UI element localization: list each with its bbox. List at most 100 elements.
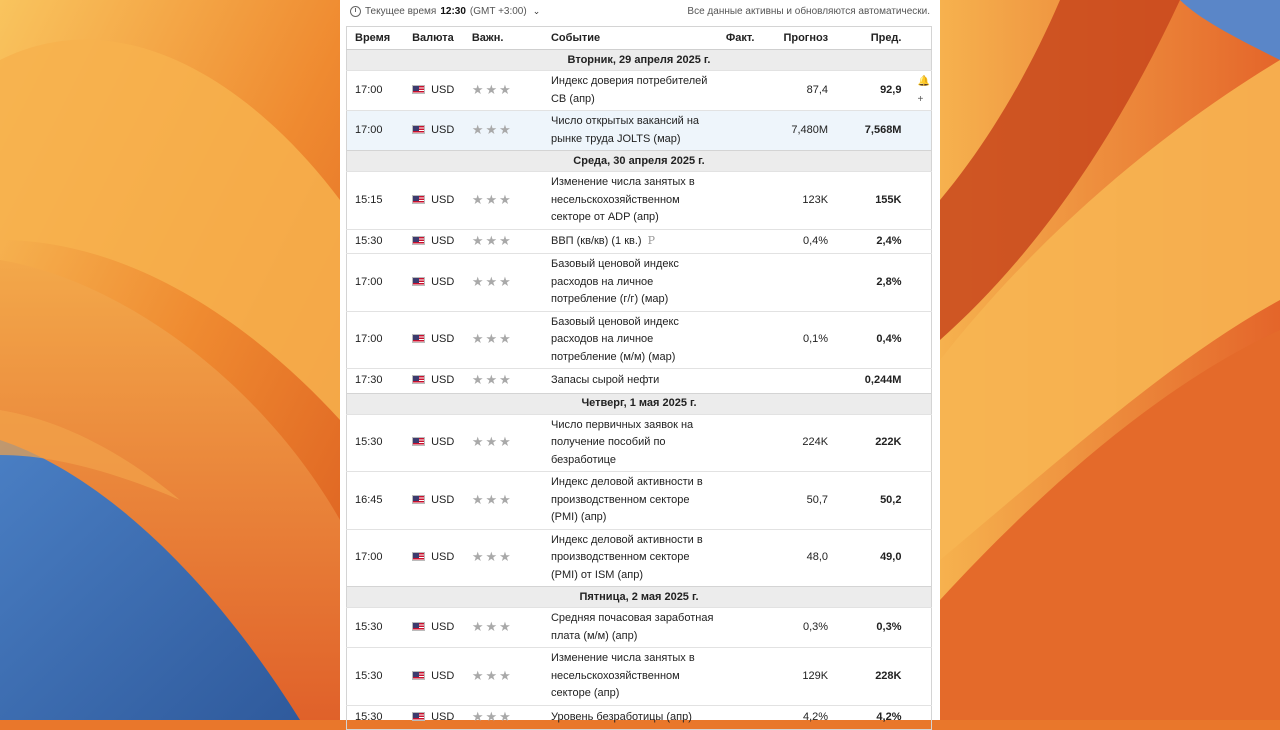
economic-calendar-panel: Текущее время 12:30 (GMT +3:00) ⌄ Все да… <box>340 0 940 730</box>
event-name[interactable]: Базовый ценовой индекс расходов на лично… <box>551 316 679 363</box>
event-row[interactable]: 17:00 USD ★★★ Индекс деловой активности в п… <box>346 528 932 587</box>
us-flag-icon <box>412 552 426 561</box>
event-name[interactable]: Уровень безработицы (апр) <box>551 711 692 723</box>
event-importance: ★★★ <box>463 110 543 151</box>
event-actual <box>717 70 763 111</box>
add-alert-bell-icon[interactable]: 🔔+ <box>917 73 931 108</box>
event-row[interactable]: 17:30 USD ★★★ Запасы сырой нефти 0,244M <box>346 368 932 393</box>
currency-code: USD <box>431 620 455 633</box>
event-time: 17:30 <box>346 368 405 393</box>
column-importance[interactable]: Важн. <box>463 26 543 50</box>
event-name[interactable]: Индекс деловой активности в производстве… <box>551 534 703 581</box>
event-name-cell[interactable]: Базовый ценовой индекс расходов на лично… <box>542 253 718 311</box>
event-importance: ★★★ <box>463 70 543 111</box>
event-forecast: 123K <box>762 171 837 229</box>
event-importance: ★★★ <box>463 171 543 229</box>
current-time-label: Текущее время <box>365 6 437 17</box>
event-row[interactable]: 15:30 USD ★★★ Уровень безработицы (апр) 4,2%… <box>346 704 932 730</box>
event-name[interactable]: Изменение числа занятых в несельскохозяй… <box>551 652 695 699</box>
day-header-row: Четверг, 1 мая 2025 г. <box>346 392 932 414</box>
event-name-cell[interactable]: Уровень безработицы (апр) <box>542 704 718 730</box>
event-name-cell[interactable]: Запасы сырой нефти <box>542 368 718 393</box>
day-header-label: Вторник, 29 апреля 2025 г. <box>346 49 932 71</box>
event-row[interactable]: 15:15 USD ★★★ Изменение числа занятых в нес… <box>346 171 932 229</box>
event-name-cell[interactable]: Индекс деловой активности в производстве… <box>542 471 718 529</box>
event-time: 17:00 <box>346 528 405 587</box>
event-name[interactable]: Средняя почасовая заработная плата (м/м)… <box>551 612 713 642</box>
event-currency: USD <box>404 368 464 393</box>
currency-code: USD <box>431 275 455 288</box>
event-actual <box>717 368 763 393</box>
event-name-cell[interactable]: ВВП (кв/кв) (1 кв.) P <box>542 228 718 254</box>
event-previous: 50,2 <box>836 471 910 529</box>
event-row[interactable]: 17:00 USD ★★★ Базовый ценовой индекс расход… <box>346 253 932 311</box>
event-name-cell[interactable]: Индекс доверия потребителей CB (апр) <box>542 70 718 111</box>
event-row[interactable]: 15:30 USD ★★★ ВВП (кв/кв) (1 кв.) P 0,4% 2,4% <box>346 228 932 254</box>
event-name[interactable]: Индекс доверия потребителей CB (апр) <box>551 75 707 105</box>
event-importance: ★★★ <box>463 607 543 648</box>
importance-stars-icon: ★★★ <box>471 708 513 724</box>
column-event[interactable]: Событие <box>542 26 718 50</box>
event-currency: USD <box>404 413 464 472</box>
event-row[interactable]: 17:00 USD ★★★ Число открытых вакансий на ры… <box>346 110 932 151</box>
event-name[interactable]: ВВП (кв/кв) (1 кв.) <box>551 235 642 247</box>
event-name[interactable]: Изменение числа занятых в несельскохозяй… <box>551 176 695 223</box>
event-name[interactable]: Число открытых вакансий на рынке труда J… <box>551 115 699 145</box>
column-previous[interactable]: Пред. <box>836 26 910 50</box>
event-row[interactable]: 15:30 USD ★★★ Число первичных заявок на пол… <box>346 413 932 472</box>
chevron-down-icon[interactable]: ⌄ <box>533 6 541 17</box>
day-header-row: Вторник, 29 апреля 2025 г. <box>346 49 932 71</box>
event-currency: USD <box>404 471 464 529</box>
currency-code: USD <box>431 493 455 506</box>
event-name[interactable]: Базовый ценовой индекс расходов на лично… <box>551 258 679 305</box>
event-row[interactable]: 15:30 USD ★★★ Средняя почасовая заработная … <box>346 607 932 648</box>
event-alert-cell <box>909 607 932 648</box>
event-alert-cell <box>909 310 932 369</box>
currency-code: USD <box>431 333 455 345</box>
event-row[interactable]: 17:00 USD ★★★ Базовый ценовой индекс расход… <box>346 310 932 369</box>
us-flag-icon <box>412 711 426 721</box>
event-alert-cell <box>909 110 932 151</box>
column-actual[interactable]: Факт. <box>717 26 763 50</box>
event-time: 17:00 <box>346 70 405 111</box>
event-actual <box>717 310 763 369</box>
event-name[interactable]: Запасы сырой нефти <box>551 374 659 386</box>
event-row[interactable]: 16:45 USD ★★★ Индекс деловой активности в п… <box>346 471 932 529</box>
event-importance: ★★★ <box>463 228 543 254</box>
event-row[interactable]: 15:30 USD ★★★ Изменение числа занятых в нес… <box>346 647 932 705</box>
event-importance: ★★★ <box>463 253 543 311</box>
event-actual <box>717 471 763 529</box>
event-previous: 0,244M <box>836 368 910 393</box>
event-name-cell[interactable]: Индекс деловой активности в производстве… <box>542 528 718 587</box>
column-alert <box>909 26 932 50</box>
event-name-cell[interactable]: Средняя почасовая заработная плата (м/м)… <box>542 607 718 648</box>
us-flag-icon <box>412 437 426 446</box>
event-alert-cell <box>909 471 932 529</box>
currency-code: USD <box>431 123 455 136</box>
event-name-cell[interactable]: Число открытых вакансий на рынке труда J… <box>542 110 718 151</box>
event-row[interactable]: 17:00 USD ★★★ Индекс доверия потребителей C… <box>346 70 932 111</box>
event-previous: 155K <box>836 171 910 229</box>
importance-stars-icon: ★★★ <box>471 81 513 97</box>
event-name[interactable]: Число первичных заявок на получение посо… <box>551 419 693 466</box>
importance-stars-icon: ★★★ <box>471 372 513 387</box>
event-name-cell[interactable]: Число первичных заявок на получение посо… <box>542 413 718 472</box>
event-alert-cell <box>909 368 932 393</box>
importance-stars-icon: ★★★ <box>471 618 513 634</box>
event-forecast: 50,7 <box>762 471 837 529</box>
column-time[interactable]: Время <box>346 26 405 50</box>
event-alert-cell <box>909 647 932 705</box>
timezone-selector[interactable]: Текущее время 12:30 (GMT +3:00) ⌄ <box>350 6 540 17</box>
event-time: 17:00 <box>346 310 405 369</box>
event-name-cell[interactable]: Изменение числа занятых в несельскохозяй… <box>542 647 718 705</box>
column-forecast[interactable]: Прогноз <box>762 26 837 50</box>
column-currency[interactable]: Валюта <box>404 26 464 50</box>
us-flag-icon <box>412 334 426 343</box>
event-forecast <box>762 253 837 311</box>
event-name-cell[interactable]: Изменение числа занятых в несельскохозяй… <box>542 171 718 229</box>
event-name-cell[interactable]: Базовый ценовой индекс расходов на лично… <box>542 310 718 369</box>
day-header-label: Четверг, 1 мая 2025 г. <box>346 392 932 414</box>
event-name[interactable]: Индекс деловой активности в производстве… <box>551 476 703 523</box>
event-currency: USD <box>404 70 464 111</box>
event-actual <box>717 253 763 311</box>
